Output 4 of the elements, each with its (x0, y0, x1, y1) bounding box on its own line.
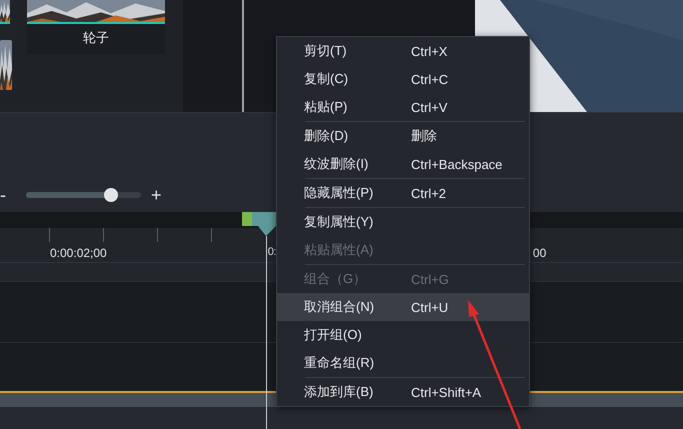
clip-label: 轮子 (83, 29, 109, 47)
timecode-label: 0: (268, 246, 276, 260)
timecode-label: 00 (532, 246, 546, 260)
timecode-label: 0:00:02;00 (50, 246, 107, 260)
